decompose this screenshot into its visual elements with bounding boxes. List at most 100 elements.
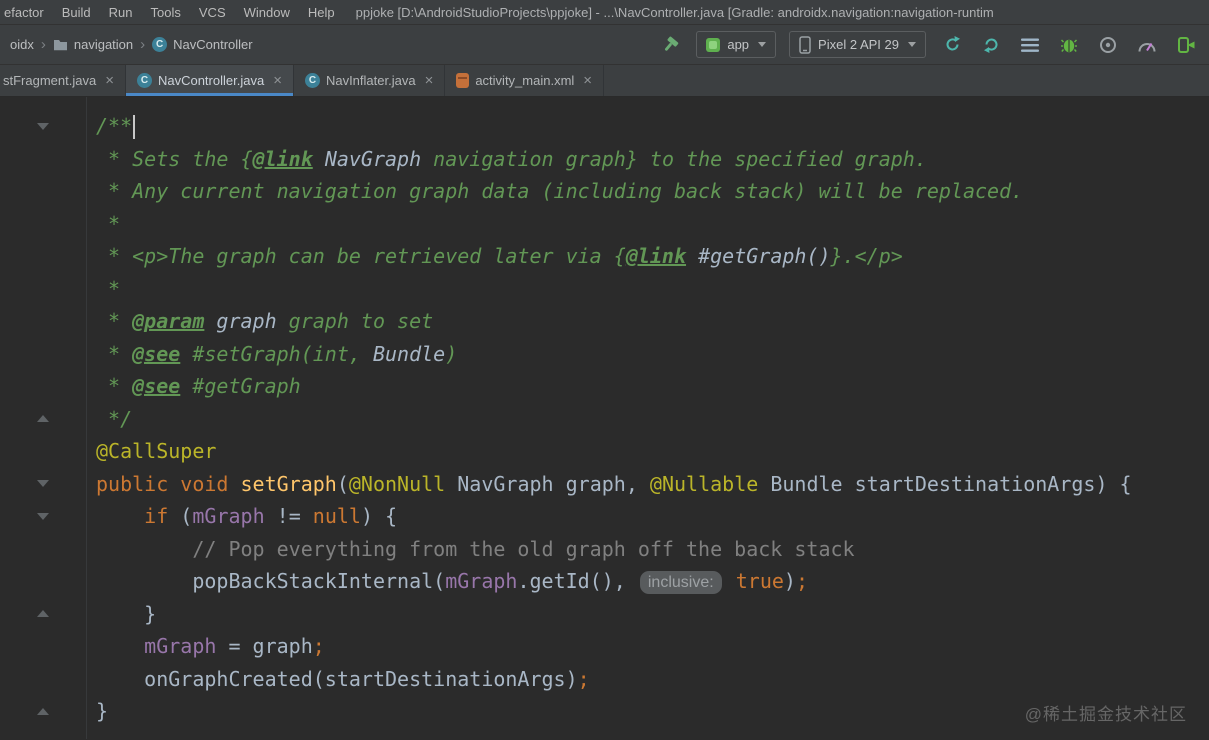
code-token: NavGraph graph, xyxy=(445,471,650,496)
code-text[interactable]: public void setGraph(@NonNull NavGraph g… xyxy=(86,472,1132,496)
fold-up-icon[interactable] xyxy=(37,707,49,715)
code-token: @param xyxy=(132,309,205,334)
code-line[interactable]: * @see #setGraph(int, Bundle) xyxy=(0,338,1209,371)
code-line[interactable]: // Pop everything from the old graph off… xyxy=(0,533,1209,566)
phone-icon xyxy=(799,35,811,54)
tab-stFragment.java[interactable]: stFragment.java × xyxy=(0,65,126,96)
editor[interactable]: /** * Sets the {@link NavGraph navigatio… xyxy=(0,97,1209,739)
code-text[interactable]: } xyxy=(86,699,108,723)
close-icon[interactable]: × xyxy=(583,73,592,88)
code-line[interactable]: mGraph = graph; xyxy=(0,630,1209,663)
code-text[interactable]: * xyxy=(86,212,120,236)
code-token: graph to set xyxy=(276,309,434,334)
code-text[interactable]: mGraph = graph; xyxy=(86,634,325,658)
code-line[interactable]: if (mGraph != null) { xyxy=(0,500,1209,533)
code-line[interactable]: * xyxy=(0,273,1209,306)
fold-down-icon[interactable] xyxy=(37,512,49,520)
code-text[interactable]: * @param graph graph to set xyxy=(86,309,433,333)
code-line[interactable]: onGraphCreated(startDestinationArgs); xyxy=(0,663,1209,696)
code-line[interactable]: public void setGraph(@NonNull NavGraph g… xyxy=(0,468,1209,501)
menu-item[interactable]: VCS xyxy=(190,5,235,20)
fold-down-icon[interactable] xyxy=(37,480,49,488)
code-token: } xyxy=(96,699,109,724)
code-text[interactable]: popBackStackInternal(mGraph.getId(), inc… xyxy=(86,569,808,594)
code-line[interactable]: * Sets the {@link NavGraph navigation gr… xyxy=(0,143,1209,176)
code-line[interactable]: * @see #getGraph xyxy=(0,370,1209,403)
code-text[interactable]: /** xyxy=(86,114,136,139)
menu-item[interactable]: efactor xyxy=(2,5,53,20)
code-token: onGraphCreated(startDestinationArgs) xyxy=(96,666,578,691)
code-text[interactable]: * @see #setGraph(int, Bundle) xyxy=(86,342,457,366)
fold-up-icon[interactable] xyxy=(37,610,49,618)
breadcrumb-item[interactable]: navigation xyxy=(53,37,133,52)
code-text[interactable]: @CallSuper xyxy=(86,439,216,463)
apply-changes-icon[interactable] xyxy=(978,32,1004,58)
code-token: * xyxy=(96,341,133,366)
code-line[interactable]: * @param graph graph to set xyxy=(0,305,1209,338)
tab-label: NavInflater.java xyxy=(325,73,416,88)
tab-NavController.java[interactable]: C NavController.java × xyxy=(125,65,294,96)
folder-icon xyxy=(53,38,68,51)
code-text[interactable]: */ xyxy=(86,407,132,431)
code-token: != xyxy=(264,504,313,529)
breadcrumb-item[interactable]: C NavController xyxy=(152,37,253,52)
code-token: if xyxy=(144,504,169,529)
tab-label: activity_main.xml xyxy=(475,73,575,88)
code-token: ) xyxy=(783,568,796,593)
tab-NavInflater.java[interactable]: C NavInflater.java × xyxy=(294,65,446,96)
close-icon[interactable]: × xyxy=(105,73,114,88)
code-token: @NonNull xyxy=(348,471,446,496)
xml-file-icon xyxy=(456,73,470,88)
code-area[interactable]: /** * Sets the {@link NavGraph navigatio… xyxy=(0,110,1209,728)
debug-bug-icon[interactable] xyxy=(1056,32,1082,58)
close-icon[interactable]: × xyxy=(425,73,434,88)
code-text[interactable]: onGraphCreated(startDestinationArgs); xyxy=(86,667,590,691)
code-line[interactable]: /** xyxy=(0,110,1209,143)
code-text[interactable]: } xyxy=(86,602,156,626)
run-config-select[interactable]: app xyxy=(696,31,777,58)
code-token: #setGraph(int, xyxy=(180,341,373,366)
code-line[interactable]: } xyxy=(0,598,1209,631)
build-hammer-icon[interactable] xyxy=(657,32,683,58)
profiler-icon[interactable] xyxy=(1134,32,1160,58)
logcat-list-icon[interactable] xyxy=(1017,32,1043,58)
sync-icon[interactable] xyxy=(939,32,965,58)
code-line[interactable]: popBackStackInternal(mGraph.getId(), inc… xyxy=(0,565,1209,598)
menu-item[interactable]: Run xyxy=(100,5,142,20)
code-text[interactable]: * @see #getGraph xyxy=(86,374,301,398)
device-select[interactable]: Pixel 2 API 29 xyxy=(789,31,926,58)
menu-item[interactable]: Build xyxy=(53,5,100,20)
code-line[interactable]: @CallSuper xyxy=(0,435,1209,468)
code-text[interactable]: if (mGraph != null) { xyxy=(86,504,397,528)
code-token: #getGraph() xyxy=(698,244,831,269)
code-token: navigation graph} to the specified graph… xyxy=(421,146,927,171)
breadcrumb-separator-icon: › xyxy=(40,36,46,53)
code-line[interactable]: */ xyxy=(0,403,1209,436)
code-token: NavGraph xyxy=(324,146,422,171)
code-text[interactable]: * Any current navigation graph data (inc… xyxy=(86,179,1023,203)
code-text[interactable]: * Sets the {@link NavGraph navigation gr… xyxy=(86,147,927,171)
code-line[interactable]: * xyxy=(0,208,1209,241)
code-line[interactable]: * <p>The graph can be retrieved later vi… xyxy=(0,240,1209,273)
code-text[interactable]: * <p>The graph can be retrieved later vi… xyxy=(86,244,903,268)
menu-item[interactable]: Window xyxy=(235,5,299,20)
breadcrumb-item[interactable]: oidx xyxy=(10,37,34,52)
code-token: setGraph xyxy=(240,471,337,496)
code-line[interactable]: * Any current navigation graph data (inc… xyxy=(0,175,1209,208)
code-token: */ xyxy=(96,406,133,431)
menu-item[interactable]: Help xyxy=(299,5,344,20)
attach-debugger-icon[interactable] xyxy=(1173,32,1199,58)
code-text[interactable]: * xyxy=(86,277,120,301)
tab-activity_main.xml[interactable]: activity_main.xml × xyxy=(445,65,605,96)
code-token: ; xyxy=(312,634,325,659)
fold-up-icon[interactable] xyxy=(37,415,49,423)
menu-item[interactable]: Tools xyxy=(142,5,190,20)
code-text[interactable]: // Pop everything from the old graph off… xyxy=(86,537,854,561)
close-icon[interactable]: × xyxy=(273,73,282,88)
code-token: inclusive: xyxy=(639,570,722,594)
coverage-icon[interactable] xyxy=(1095,32,1121,58)
fold-down-icon[interactable] xyxy=(37,122,49,130)
